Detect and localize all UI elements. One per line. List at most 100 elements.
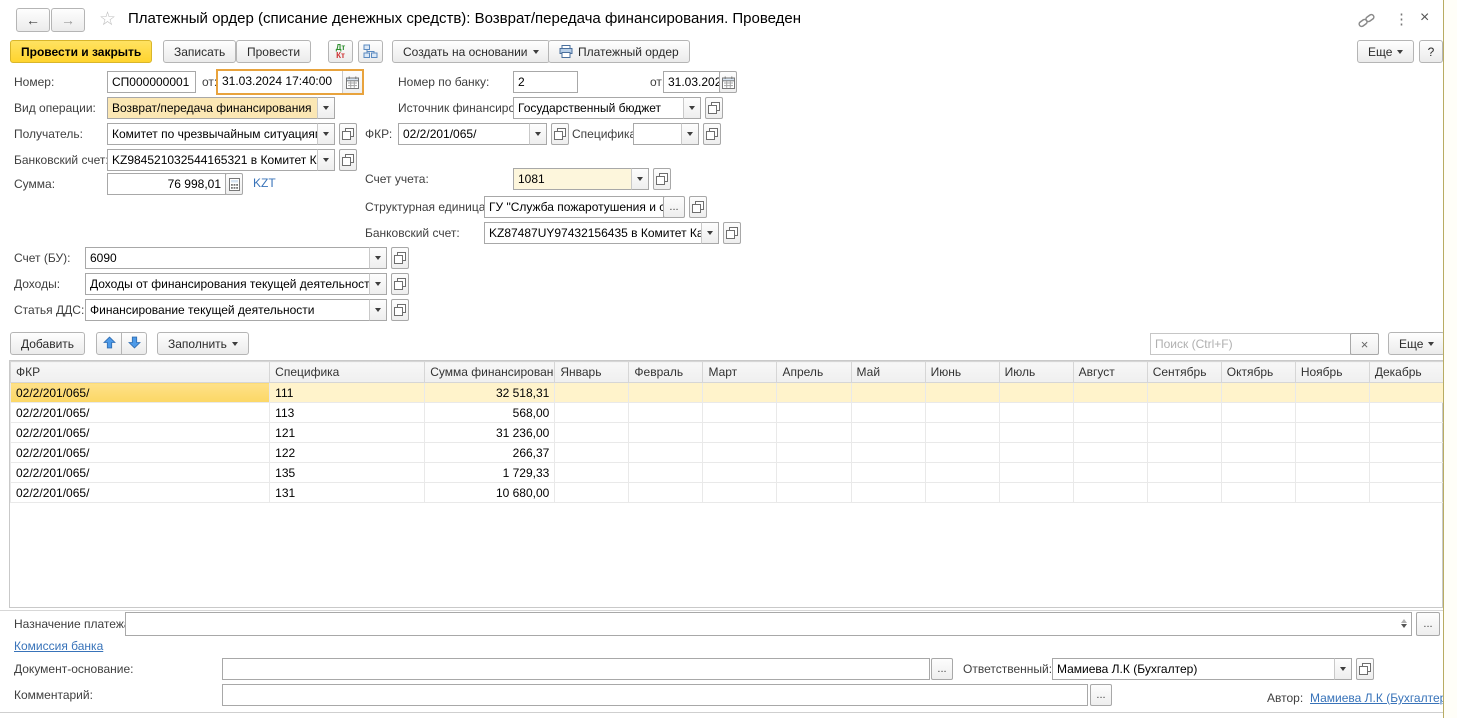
author-link[interactable]: Мамиева Л.К (Бухгалтер) bbox=[1310, 691, 1450, 705]
ellipsis-button[interactable]: ... bbox=[931, 658, 953, 680]
column-header-month[interactable]: Июль bbox=[999, 362, 1073, 383]
column-header-month[interactable]: Март bbox=[703, 362, 777, 383]
bank-account-dropdown[interactable] bbox=[317, 149, 335, 171]
open-icon[interactable] bbox=[653, 168, 671, 190]
column-header-month[interactable]: Август bbox=[1073, 362, 1147, 383]
forward-button[interactable]: → bbox=[51, 8, 85, 32]
fill-button[interactable]: Заполнить bbox=[157, 332, 249, 355]
post-and-close-button[interactable]: Провести и закрыть bbox=[10, 40, 152, 63]
table-row[interactable]: 02/2/201/065/ 113 568,00 bbox=[11, 403, 1444, 423]
open-icon[interactable] bbox=[391, 273, 409, 295]
funding-source-dropdown[interactable] bbox=[683, 97, 701, 119]
form-more-button[interactable]: Еще bbox=[1357, 40, 1414, 63]
accounting-account-field[interactable]: 1081 bbox=[513, 168, 632, 190]
close-icon[interactable]: × bbox=[1420, 9, 1429, 27]
table-row[interactable]: 02/2/201/065/ 131 10 680,00 bbox=[11, 483, 1444, 503]
table-row[interactable]: 02/2/201/065/ 111 32 518,31 bbox=[11, 383, 1444, 403]
currency-link[interactable]: KZT bbox=[253, 176, 276, 190]
table-more-button[interactable]: Еще bbox=[1388, 332, 1445, 355]
open-icon[interactable] bbox=[703, 123, 721, 145]
open-icon[interactable] bbox=[551, 123, 569, 145]
fkr-dropdown[interactable] bbox=[529, 123, 547, 145]
bank-commission-link[interactable]: Комиссия банка bbox=[14, 639, 103, 653]
column-header-month[interactable]: Октябрь bbox=[1221, 362, 1295, 383]
column-header-spec[interactable]: Специфика bbox=[270, 362, 425, 383]
open-icon[interactable] bbox=[391, 247, 409, 269]
date-field[interactable]: 31.03.2024 17:40:00 bbox=[216, 69, 364, 95]
financing-table[interactable]: ФКР Специфика Сумма финансирования Январ… bbox=[10, 361, 1444, 503]
bank-date-field[interactable]: 31.03.2024 bbox=[663, 71, 720, 93]
search-input[interactable] bbox=[1150, 333, 1351, 355]
number-field[interactable]: СП000000001 bbox=[107, 71, 196, 93]
move-down-button[interactable] bbox=[121, 332, 147, 355]
recipient-field[interactable]: Комитет по чрезвычайным ситуациям МВ bbox=[107, 123, 318, 145]
add-row-button[interactable]: Добавить bbox=[10, 332, 85, 355]
open-icon[interactable] bbox=[1356, 658, 1374, 680]
column-header-month[interactable]: Апрель bbox=[777, 362, 851, 383]
open-icon[interactable] bbox=[689, 196, 707, 218]
income-dropdown[interactable] bbox=[369, 273, 387, 295]
ellipsis-button[interactable]: ... bbox=[1416, 612, 1440, 636]
table-row[interactable]: 02/2/201/065/ 135 1 729,33 bbox=[11, 463, 1444, 483]
bank-account-field[interactable]: KZ984521032544165321 в Комитет Казна bbox=[107, 149, 318, 171]
amount-field[interactable]: 76 998,01 bbox=[107, 173, 226, 195]
column-header-month[interactable]: Январь bbox=[555, 362, 629, 383]
column-header-fkr[interactable]: ФКР bbox=[11, 362, 270, 383]
column-header-sum[interactable]: Сумма финансирования bbox=[425, 362, 555, 383]
move-up-button[interactable] bbox=[96, 332, 122, 355]
bank-account-2-field[interactable]: KZ87487UY97432156435 в Комитет Каз bbox=[484, 222, 702, 244]
income-field[interactable]: Доходы от финансирования текущей деятель… bbox=[85, 273, 370, 295]
operation-field[interactable]: Возврат/передача финансирования bbox=[107, 97, 318, 119]
spinner-icon[interactable] bbox=[1401, 619, 1407, 628]
operation-dropdown[interactable] bbox=[317, 97, 335, 119]
calculator-icon[interactable] bbox=[225, 173, 243, 195]
favorite-star-icon[interactable]: ☆ bbox=[99, 8, 116, 31]
ellipsis-button[interactable]: ... bbox=[663, 196, 685, 218]
dds-dropdown[interactable] bbox=[369, 299, 387, 321]
table-row[interactable]: 02/2/201/065/ 121 31 236,00 bbox=[11, 423, 1444, 443]
get-link-icon[interactable] bbox=[1358, 12, 1375, 34]
column-header-month[interactable]: Май bbox=[851, 362, 925, 383]
help-button[interactable]: ? bbox=[1419, 40, 1443, 63]
account-bu-dropdown[interactable] bbox=[369, 247, 387, 269]
bank-number-field[interactable]: 2 bbox=[513, 71, 578, 93]
account-bu-field[interactable]: 6090 bbox=[85, 247, 370, 269]
kebab-menu-icon[interactable]: ⋮ bbox=[1394, 10, 1409, 28]
column-header-month[interactable]: Февраль bbox=[629, 362, 703, 383]
base-document-field[interactable] bbox=[222, 658, 930, 680]
purpose-field[interactable] bbox=[125, 612, 1412, 636]
comment-field[interactable] bbox=[222, 684, 1088, 706]
structural-unit-field[interactable]: ГУ "Служба пожаротушения и спаса bbox=[484, 196, 664, 218]
funding-source-field[interactable]: Государственный бюджет bbox=[513, 97, 684, 119]
ellipsis-button[interactable]: ... bbox=[1090, 684, 1112, 706]
calendar-icon[interactable] bbox=[342, 71, 362, 93]
bank-account-2-dropdown[interactable] bbox=[701, 222, 719, 244]
responsible-dropdown[interactable] bbox=[1334, 658, 1352, 680]
calendar-icon[interactable] bbox=[719, 71, 737, 93]
responsible-field[interactable]: Мамиева Л.К (Бухгалтер) bbox=[1052, 658, 1335, 680]
column-header-month[interactable]: Сентябрь bbox=[1147, 362, 1221, 383]
print-payment-order-button[interactable]: Платежный ордер bbox=[548, 40, 690, 63]
dds-field[interactable]: Финансирование текущей деятельности bbox=[85, 299, 370, 321]
specifics-field[interactable] bbox=[633, 123, 682, 145]
column-header-month[interactable]: Ноябрь bbox=[1295, 362, 1369, 383]
column-header-month[interactable]: Декабрь bbox=[1369, 362, 1443, 383]
open-icon[interactable] bbox=[339, 123, 357, 145]
open-icon[interactable] bbox=[723, 222, 741, 244]
open-icon[interactable] bbox=[391, 299, 409, 321]
open-icon[interactable] bbox=[339, 149, 357, 171]
accounting-account-dropdown[interactable] bbox=[631, 168, 649, 190]
fkr-field[interactable]: 02/2/201/065/ bbox=[398, 123, 530, 145]
clear-search-icon[interactable]: × bbox=[1350, 333, 1379, 355]
back-button[interactable]: ← bbox=[16, 8, 50, 32]
table-row[interactable]: 02/2/201/065/ 122 266,37 bbox=[11, 443, 1444, 463]
recipient-dropdown[interactable] bbox=[317, 123, 335, 145]
dt-kt-postings-button[interactable]: ДтКт bbox=[328, 40, 353, 63]
specifics-dropdown[interactable] bbox=[681, 123, 699, 145]
related-documents-button[interactable] bbox=[358, 40, 383, 63]
open-icon[interactable] bbox=[705, 97, 723, 119]
create-on-basis-button[interactable]: Создать на основании bbox=[392, 40, 550, 63]
post-button[interactable]: Провести bbox=[236, 40, 311, 63]
write-button[interactable]: Записать bbox=[163, 40, 236, 63]
column-header-month[interactable]: Июнь bbox=[925, 362, 999, 383]
